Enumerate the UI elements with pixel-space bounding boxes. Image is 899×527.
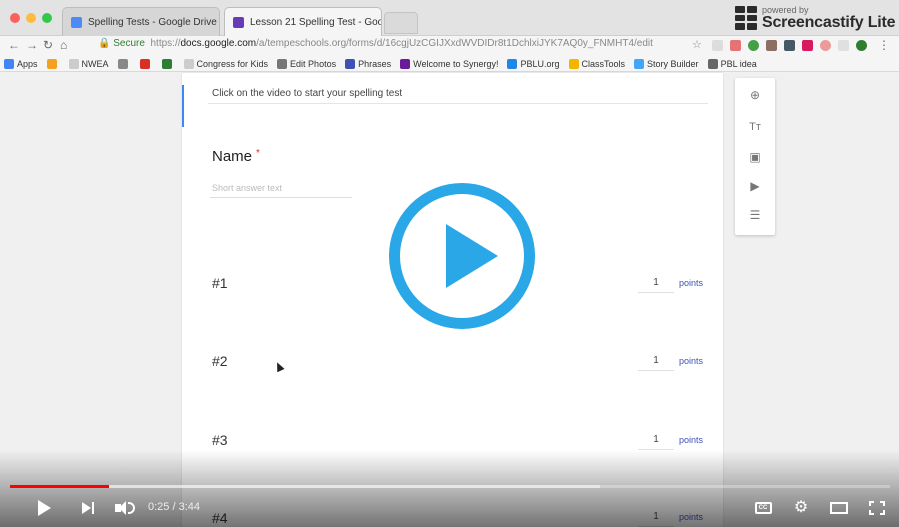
close-window-icon[interactable] [10, 13, 20, 23]
question-name-title[interactable]: Name * [212, 148, 260, 165]
home-icon[interactable]: ⌂ [60, 38, 67, 52]
add-title-icon[interactable]: Tт [748, 120, 762, 134]
fullscreen-button[interactable] [866, 497, 888, 519]
video-player[interactable]: Spelling Tests - Google Drive × Lesson 2… [0, 0, 899, 527]
points-label: points [679, 356, 704, 366]
points-input[interactable]: 1 [638, 355, 674, 371]
points-input[interactable]: 1 [638, 434, 674, 450]
bookmark-item[interactable]: NWEA [68, 58, 109, 69]
next-icon [82, 502, 91, 514]
add-video-icon[interactable]: ▶ [748, 179, 762, 193]
url-path: /a/tempeschools.org/forms/d/16cgjUzCGIJX… [256, 38, 653, 49]
bookmark-item[interactable]: Congress for Kids [183, 58, 268, 69]
extension-icon[interactable] [748, 40, 759, 51]
window-controls [10, 13, 52, 23]
extension-icon[interactable] [766, 40, 777, 51]
time-display: 0:25 / 3:44 [148, 501, 201, 513]
bookmark-item[interactable] [117, 58, 131, 69]
minimize-window-icon[interactable] [26, 13, 36, 23]
active-section-indicator [182, 85, 184, 127]
url-domain: docs.google.com [180, 38, 257, 49]
extension-icon[interactable] [856, 40, 867, 51]
mute-button[interactable] [112, 497, 138, 519]
bookmark-item[interactable] [139, 58, 153, 69]
points-label: points [679, 278, 704, 288]
play-button[interactable] [34, 497, 54, 519]
tab-title: Lesson 21 Spelling Test - Goo [250, 16, 382, 28]
theater-mode-button[interactable] [827, 497, 851, 519]
fullscreen-icon [869, 501, 885, 515]
tab-spelling-tests-drive[interactable]: Spelling Tests - Google Drive × [62, 7, 220, 36]
zoom-window-icon[interactable] [42, 13, 52, 23]
browser-toolbar: ← → ↻ ⌂ 🔒 Secure https://docs.google.com… [0, 36, 899, 56]
form-side-toolbar: ⊕ Tт ▣ ▶ ☰ [735, 78, 775, 235]
played-bar [10, 485, 109, 488]
tab-lesson-21-spelling-test[interactable]: Lesson 21 Spelling Test - Goo × [224, 7, 382, 36]
bookmark-item[interactable]: Welcome to Synergy! [400, 58, 498, 69]
menu-kebab-icon[interactable]: ⋮ [878, 38, 890, 52]
extension-icon[interactable] [730, 40, 741, 51]
add-image-icon[interactable]: ▣ [748, 150, 762, 164]
bookmark-item[interactable]: Phrases [345, 58, 391, 69]
url-scheme: https:// [150, 38, 181, 49]
tab-title: Spelling Tests - Google Drive [88, 16, 217, 28]
question-title[interactable]: #2 [212, 353, 228, 369]
drive-icon [71, 16, 82, 28]
screencastify-extension-icon[interactable] [802, 40, 813, 51]
screencastify-watermark: powered by Screencastify Lite [735, 2, 899, 34]
question-title[interactable]: #1 [212, 275, 228, 291]
current-time: 0:25 [148, 501, 170, 513]
duration: 3:44 [178, 501, 201, 513]
next-button[interactable] [78, 497, 98, 519]
bookmark-item[interactable]: PBLU.org [507, 58, 560, 69]
back-arrow-icon[interactable]: ← [8, 38, 20, 52]
address-bar[interactable]: 🔒 Secure https://docs.google.com/a/tempe… [98, 38, 653, 49]
required-mark: * [256, 148, 260, 159]
big-play-button[interactable] [389, 183, 535, 329]
theater-icon [830, 502, 848, 514]
add-section-icon[interactable]: ☰ [748, 208, 762, 222]
screencastify-logo-icon [735, 6, 757, 30]
short-answer-placeholder: Short answer text [212, 183, 283, 193]
forms-icon [233, 16, 244, 28]
bookmark-item[interactable]: Apps [4, 58, 38, 69]
add-question-icon[interactable]: ⊕ [748, 88, 762, 102]
short-answer-underline [210, 197, 352, 198]
points-input[interactable]: 1 [638, 277, 674, 293]
progress-bar[interactable] [10, 485, 890, 488]
extension-icon[interactable] [838, 40, 849, 51]
bookmark-item[interactable] [46, 58, 60, 69]
bookmark-item[interactable]: Story Builder [634, 58, 699, 69]
gear-icon: ⚙ [793, 499, 809, 516]
question-title[interactable]: #3 [212, 432, 228, 448]
extension-icon[interactable] [820, 40, 831, 51]
settings-button[interactable]: ⚙ [790, 497, 812, 519]
points-label: points [679, 435, 704, 445]
bookmarks-bar: Apps NWEA Congress for Kids Edit Photos … [0, 56, 899, 72]
bookmark-item[interactable] [161, 58, 175, 69]
new-tab-button[interactable] [384, 12, 418, 34]
forward-arrow-icon[interactable]: → [26, 38, 38, 52]
play-icon [446, 224, 498, 288]
bookmark-star-icon[interactable]: ☆ [692, 38, 702, 51]
play-icon [37, 500, 51, 516]
secure-label: Secure [113, 38, 145, 49]
watermark-brand-text: Screencastify Lite [762, 13, 896, 31]
extension-icon[interactable] [712, 40, 723, 51]
extension-icon[interactable] [784, 40, 795, 51]
lock-icon: 🔒 [98, 38, 111, 49]
bookmark-item[interactable]: PBL idea [707, 58, 757, 69]
cc-icon: CC [754, 502, 772, 514]
subtitles-button[interactable]: CC [752, 497, 774, 519]
reload-icon[interactable]: ↻ [43, 38, 53, 52]
form-description[interactable]: Click on the video to start your spellin… [212, 88, 402, 99]
bookmark-item[interactable]: ClassTools [568, 58, 625, 69]
bookmark-item[interactable]: Edit Photos [277, 58, 336, 69]
divider [208, 103, 708, 104]
